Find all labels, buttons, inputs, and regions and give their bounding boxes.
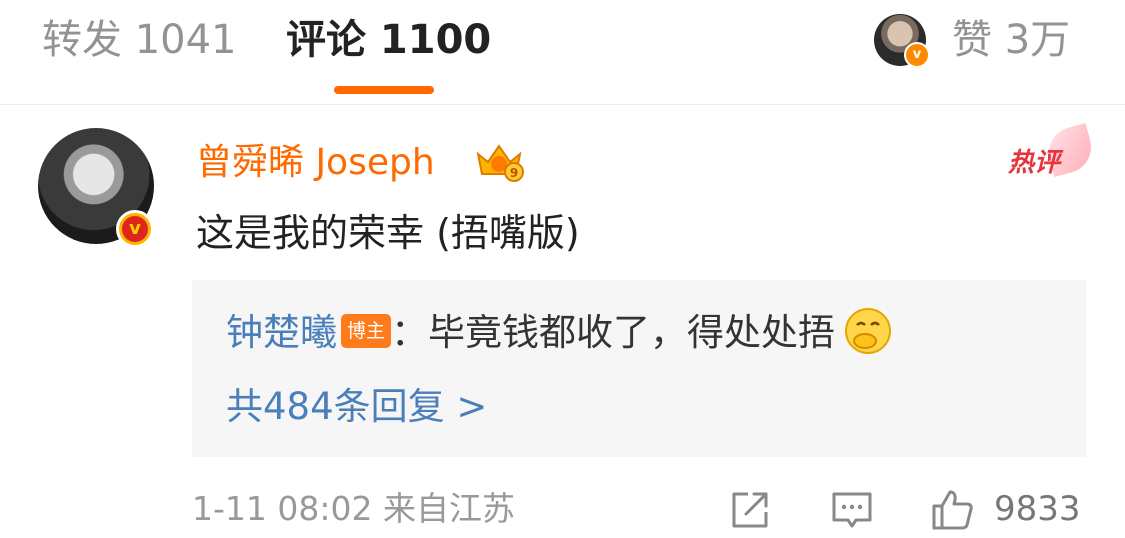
comment-icon[interactable]: [830, 488, 874, 532]
liker-avatar[interactable]: v: [874, 14, 930, 68]
comment-tabs: 转发 1041 评论 1100 v 赞 3万: [0, 0, 1125, 105]
comment-text: 这是我的荣幸 (捂嘴版): [196, 211, 580, 255]
thumbs-up-icon[interactable]: [930, 488, 974, 532]
reply-item: 钟楚曦 博主 ：毕竟钱都收了，得处处捂: [226, 307, 893, 360]
active-tab-indicator: [334, 86, 434, 94]
hot-comment-icon: 热评: [1008, 123, 1097, 184]
tab-likes[interactable]: 赞 3万: [952, 14, 1070, 66]
reply-author[interactable]: 钟楚曦: [226, 311, 337, 354]
tab-comments[interactable]: 评论 1100: [286, 14, 491, 66]
reply-preview[interactable]: 钟楚曦 博主 ：毕竟钱都收了，得处处捂 共484条回复 >: [192, 280, 1086, 457]
tab-reposts[interactable]: 转发 1041: [42, 14, 237, 66]
author-badge: 博主: [341, 313, 392, 348]
cover-mouth-emoji-icon: [845, 307, 892, 354]
reply-text: ：毕竟钱都收了，得处处捂: [391, 311, 836, 354]
commenter-username[interactable]: 曾舜晞 Joseph: [196, 140, 435, 186]
view-replies-link[interactable]: 共484条回复 >: [226, 382, 487, 432]
verified-v-icon: v: [116, 210, 154, 248]
like-count: 9833: [994, 489, 1081, 529]
share-icon[interactable]: [728, 488, 772, 532]
verified-badge-icon: v: [904, 42, 930, 68]
comment-meta: 1-11 08:02 来自江苏: [192, 489, 515, 528]
svg-text:9: 9: [510, 166, 518, 180]
hot-comment-label: 热评: [1008, 148, 1061, 178]
crown-badge-icon: 9: [476, 144, 524, 182]
